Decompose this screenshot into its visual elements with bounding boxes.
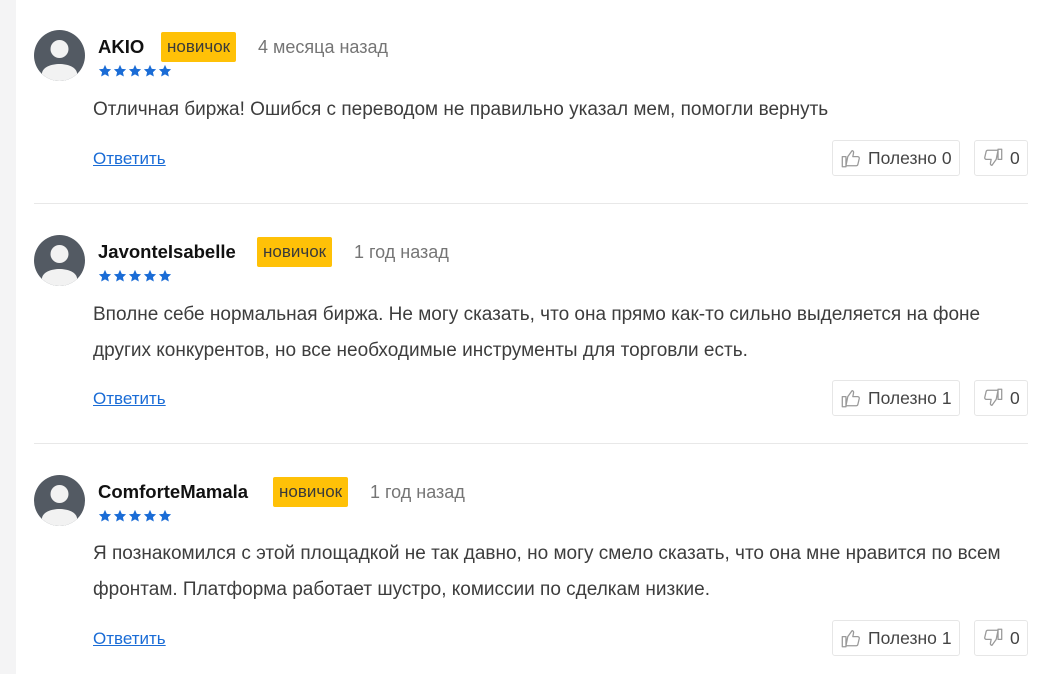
thumbs-down-icon: [984, 628, 1003, 646]
star-icon: [128, 269, 142, 283]
thumbs-up-icon: [841, 630, 860, 648]
review-time: 1 год назад: [354, 242, 449, 262]
user-level-badge: новичок: [257, 237, 333, 267]
unhelpful-button[interactable]: 0: [974, 620, 1028, 656]
star-icon: [128, 64, 142, 78]
star-icon: [143, 509, 157, 523]
helpful-button[interactable]: Полезно 1: [832, 380, 960, 416]
helpful-button[interactable]: Полезно 1: [832, 620, 960, 656]
thumbs-up-icon: [841, 390, 860, 408]
star-icon: [143, 269, 157, 283]
unhelpful-button[interactable]: 0: [974, 380, 1028, 416]
review-author[interactable]: JavonteIsabelle: [98, 241, 236, 263]
helpful-label: Полезно: [868, 627, 937, 648]
user-level-badge: новичок: [161, 32, 237, 62]
star-icon: [98, 269, 112, 283]
star-icon: [158, 64, 172, 78]
star-icon: [158, 509, 172, 523]
helpful-count: 1: [941, 627, 952, 648]
user-avatar-icon: [34, 475, 85, 526]
review-author[interactable]: AKIO: [98, 36, 144, 58]
star-icon: [128, 509, 142, 523]
review-text: Вполне себе нормальная биржа. Не могу ск…: [93, 304, 981, 361]
review-time: 1 год назад: [370, 482, 465, 502]
divider: [34, 203, 1028, 204]
user-avatar-icon: [34, 30, 85, 81]
review-author[interactable]: ComforteMamala: [98, 481, 248, 503]
rating-stars: [98, 64, 172, 78]
star-icon: [98, 509, 112, 523]
reply-link[interactable]: Ответить: [93, 629, 166, 649]
unhelpful-count: 0: [1010, 147, 1020, 168]
unhelpful-button[interactable]: 0: [974, 140, 1028, 176]
review-text: Я познакомился с этой площадкой не так д…: [93, 543, 1001, 600]
star-icon: [143, 64, 157, 78]
thumbs-down-icon: [984, 148, 1003, 166]
review-text: Отличная биржа! Ошибся с переводом не пр…: [93, 99, 829, 120]
star-icon: [98, 64, 112, 78]
helpful-count: 0: [941, 147, 952, 168]
unhelpful-count: 0: [1010, 627, 1020, 648]
rating-stars: [98, 509, 172, 523]
star-icon: [113, 64, 127, 78]
divider: [34, 443, 1028, 444]
helpful-label: Полезно: [868, 387, 937, 408]
helpful-button[interactable]: Полезно 0: [832, 140, 960, 176]
review-time: 4 месяца назад: [258, 37, 388, 57]
star-icon: [113, 509, 127, 523]
star-icon: [158, 269, 172, 283]
thumbs-up-icon: [841, 150, 860, 168]
helpful-label: Полезно: [868, 147, 937, 168]
reviews-panel: AKIO новичок 4 месяца назад Отличная бир…: [16, 0, 1052, 674]
rating-stars: [98, 269, 172, 283]
thumbs-down-icon: [984, 388, 1003, 406]
user-level-badge: новичок: [273, 477, 349, 507]
user-avatar-icon: [34, 235, 85, 286]
reply-link[interactable]: Ответить: [93, 149, 166, 169]
star-icon: [113, 269, 127, 283]
unhelpful-count: 0: [1010, 387, 1020, 408]
reply-link[interactable]: Ответить: [93, 389, 166, 409]
helpful-count: 1: [941, 387, 952, 408]
